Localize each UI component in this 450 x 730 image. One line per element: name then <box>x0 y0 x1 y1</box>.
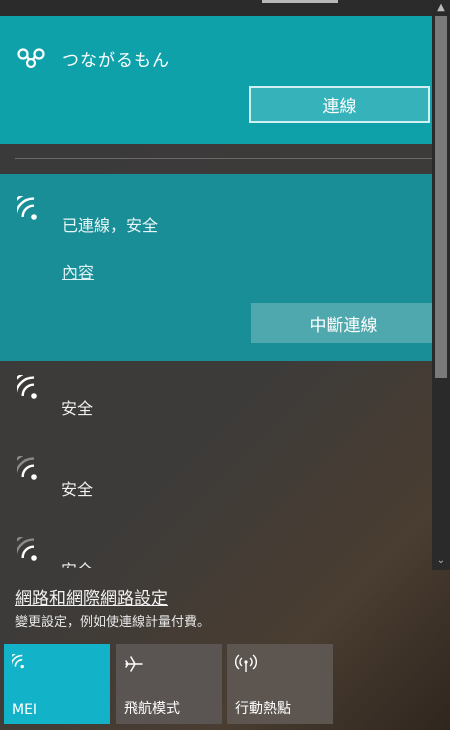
disconnect-button[interactable]: 中斷連線 <box>251 303 436 343</box>
connect-button[interactable]: 連線 <box>249 86 430 123</box>
scroll-down-icon[interactable]: ⌄ <box>432 553 450 569</box>
network-name: つながるもん <box>62 51 170 71</box>
wifi-weak-icon <box>8 532 47 568</box>
hotspot-icon <box>235 654 257 678</box>
network-item[interactable]: 安全 <box>0 442 432 522</box>
network-settings-description: 變更設定，例如使連線計量付費。 <box>15 615 211 630</box>
quick-action-label: MEI <box>12 702 38 718</box>
wifi-icon <box>8 191 47 230</box>
network-status: 安全 <box>61 557 93 568</box>
network-item[interactable]: 安全 <box>0 523 432 568</box>
top-strip-mark <box>262 0 338 3</box>
network-item-hotspot[interactable]: つながるもん 連線 <box>0 16 432 144</box>
network-list: 安全 安全 安全 <box>0 361 432 568</box>
quick-action-airplane-mode[interactable]: 飛航模式 <box>116 644 222 724</box>
network-item[interactable]: 安全 <box>0 361 432 441</box>
quick-action-label: 行動熱點 <box>235 701 291 717</box>
network-status: 安全 <box>61 480 94 499</box>
quick-action-wifi[interactable]: MEI <box>4 644 110 724</box>
properties-link[interactable]: 內容 <box>62 259 94 283</box>
connection-status: 已連線，安全 <box>62 216 159 235</box>
wifi-icon <box>8 370 47 409</box>
scrollbar[interactable]: ▲ ⌄ <box>432 0 450 570</box>
network-item-connected[interactable]: 已連線，安全 內容 中斷連線 <box>0 174 436 361</box>
wifi-weak-icon <box>8 451 47 490</box>
link-icon <box>15 42 47 74</box>
divider <box>15 158 432 159</box>
quick-action-label: 飛航模式 <box>124 701 180 717</box>
scrollbar-thumb[interactable] <box>435 16 447 378</box>
wifi-icon <box>6 650 30 676</box>
top-strip <box>0 0 432 16</box>
network-settings-link[interactable]: 網路和網際網路設定 <box>15 584 168 609</box>
network-flyout: つながるもん 連線 已連線，安全 內容 中斷連線 安全 安全 ▲ ⌄ 網路和網際… <box>0 0 450 730</box>
quick-action-mobile-hotspot[interactable]: 行動熱點 <box>227 644 333 724</box>
scroll-up-icon[interactable]: ▲ <box>432 0 450 16</box>
airplane-icon <box>124 654 144 678</box>
network-status: 安全 <box>61 399 94 418</box>
